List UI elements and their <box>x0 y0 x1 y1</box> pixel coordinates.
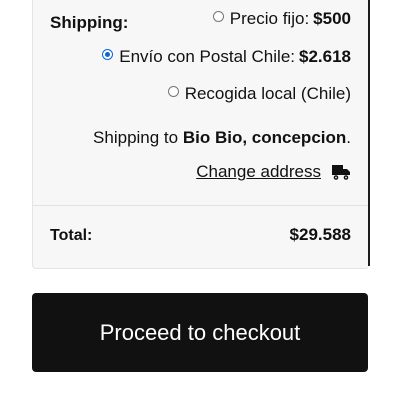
shipping-option-postal-chile[interactable]: Envío con Postal Chile: $2.618 <box>102 47 351 67</box>
shipping-destination-value: Bio Bio, concepcion <box>182 128 347 147</box>
change-address-row[interactable]: Change address <box>196 162 351 182</box>
truck-icon[interactable] <box>331 162 351 182</box>
shipping-label: Shipping: <box>50 13 129 32</box>
shipping-destination-suffix: . <box>346 128 351 147</box>
cart-totals-panel: Shipping: Precio fijo: $500 Envío con Po… <box>32 0 370 269</box>
local-pickup-radio[interactable] <box>167 85 179 97</box>
change-address-link[interactable]: Change address <box>196 162 321 182</box>
shipping-option-name: Recogida local (Chile) <box>184 84 351 103</box>
shipping-option-name: Precio fijo: <box>229 9 310 28</box>
shipping-option-name: Envío con Postal Chile: <box>119 47 295 66</box>
flat-rate-radio[interactable] <box>212 10 224 22</box>
proceed-to-checkout-button[interactable]: Proceed to checkout <box>32 293 368 372</box>
shipping-option-local-pickup[interactable]: Recogida local (Chile) <box>167 84 351 104</box>
shipping-option-price: $500 <box>313 9 351 28</box>
shipping-option-price: $2.618 <box>299 47 351 66</box>
shipping-destination: Shipping to Bio Bio, concepcion. <box>93 128 351 148</box>
shipping-destination-prefix: Shipping to <box>93 128 179 147</box>
total-label: Total: <box>50 227 93 244</box>
total-value: $29.588 <box>289 225 351 244</box>
postal-chile-radio[interactable] <box>102 48 114 60</box>
divider <box>33 205 369 206</box>
shipping-option-flat-rate[interactable]: Precio fijo: $500 <box>212 9 351 29</box>
